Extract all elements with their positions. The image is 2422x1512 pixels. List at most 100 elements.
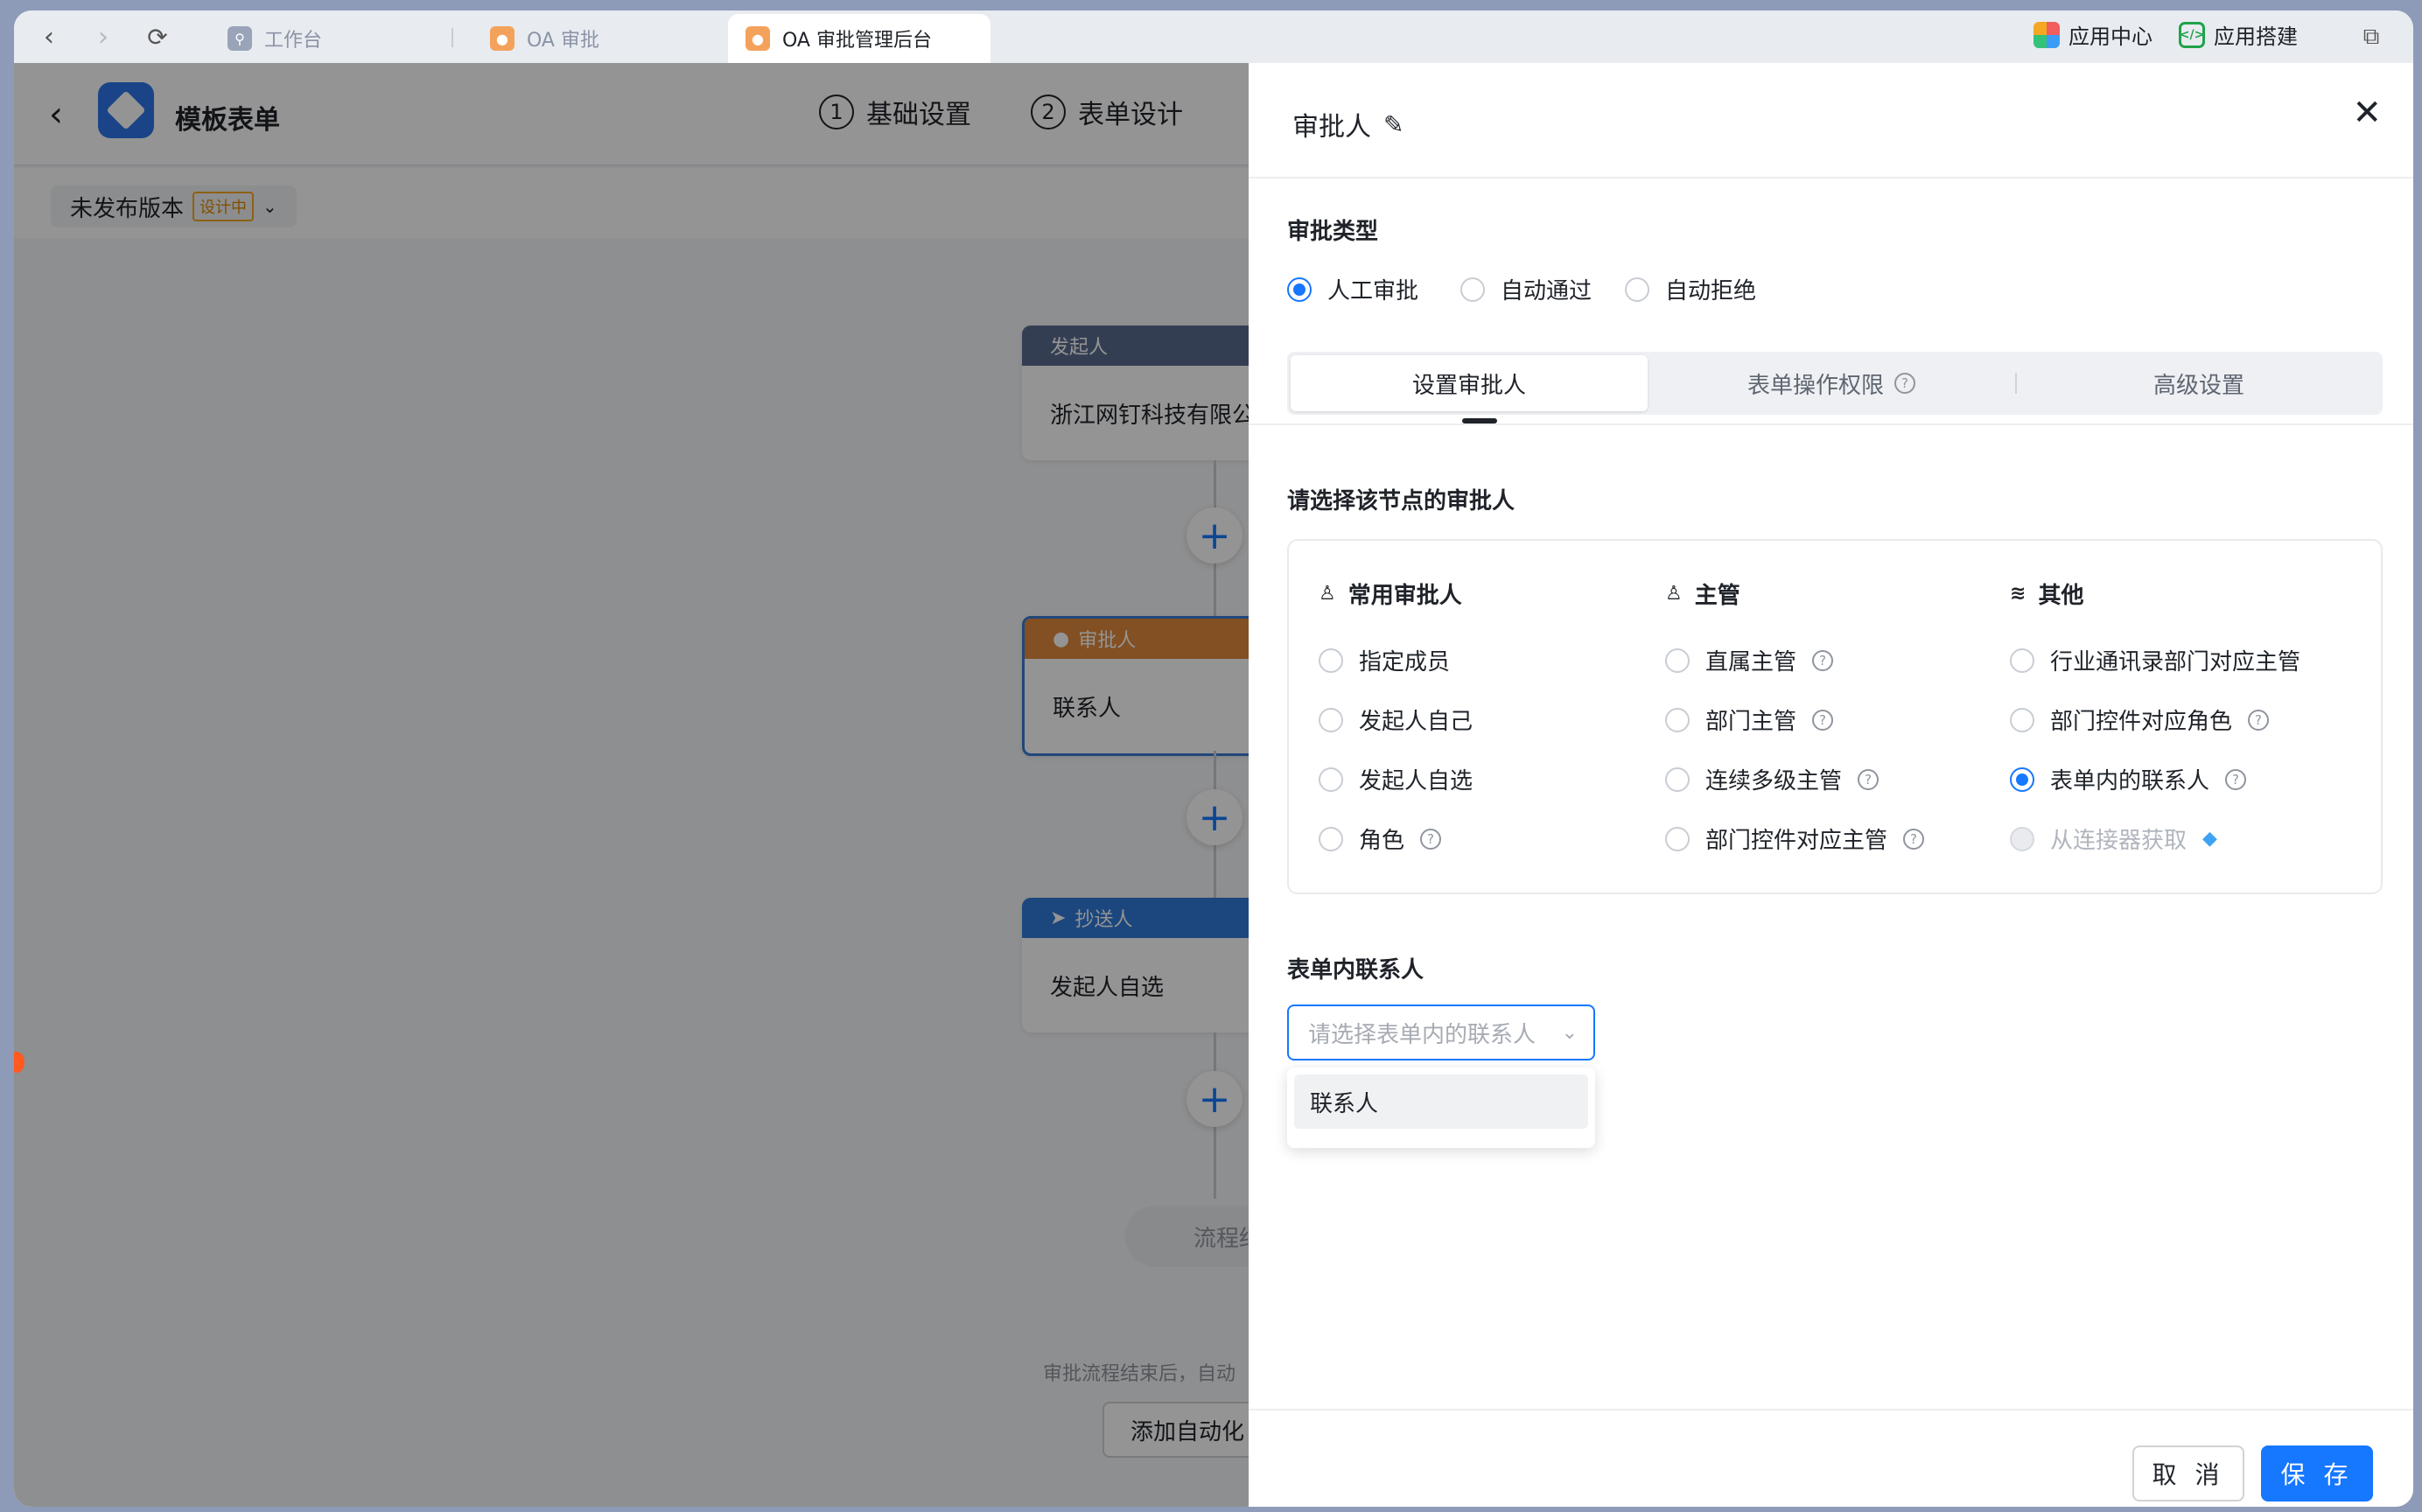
radio-manual-approval[interactable]: 人工审批 (1287, 273, 1418, 305)
option-dept-control-role[interactable]: 部门控件对应角色 ? (2010, 704, 2270, 736)
browser-tab-bar: ‹ › ⟳ ⚲ 工作台 ● OA 审批 ● OA 审批管理后台 应用中心 </>… (14, 10, 2413, 63)
help-icon[interactable]: ? (1420, 828, 1442, 850)
option-label: 连续多级主管 (1705, 768, 1843, 794)
option-initiator-self[interactable]: 发起人自己 (1319, 704, 1473, 736)
user-icon: ♙ (1319, 583, 1336, 605)
radio-indicator (1319, 648, 1343, 673)
select-dropdown: 联系人 (1287, 1068, 1595, 1148)
user-icon: ♙ (1665, 583, 1683, 605)
option-label: 从连接器获取 (2050, 828, 2188, 854)
app-center-label: 应用中心 (2068, 24, 2152, 49)
user-icon: ● (490, 26, 514, 51)
option-label: 行业通讯录部门对应主管 (2050, 649, 2301, 676)
radio-indicator (2010, 826, 2034, 851)
select-placeholder: 请选择表单内的联系人 (1308, 1021, 1536, 1048)
group-common-approvers: ♙ 常用审批人 (1319, 578, 1462, 610)
radio-label: 人工审批 (1327, 278, 1419, 304)
open-external-icon[interactable]: ⧉ (2356, 21, 2387, 52)
code-icon: </> (2179, 21, 2205, 48)
group-supervisor: ♙ 主管 (1665, 578, 1740, 610)
option-industry-dept-supervisor[interactable]: 行业通讯录部门对应主管 (2010, 644, 2300, 676)
drawer-footer: 取 消 保 存 (1249, 1409, 2413, 1507)
approver-settings-drawer: 审批人 ✎ ✕ 审批类型 人工审批 自动通过 自动拒绝 设置审批人 表单操作权限… (1249, 63, 2413, 1507)
form-contact-label: 表单内联系人 (1287, 957, 1424, 984)
tab-set-approver[interactable]: 设置审批人 (1291, 355, 1648, 411)
radio-indicator (2010, 766, 2034, 792)
radio-indicator (1319, 826, 1343, 851)
app-window: ‹ › ⟳ ⚲ 工作台 ● OA 审批 ● OA 审批管理后台 应用中心 </>… (14, 10, 2413, 1507)
radio-indicator (1287, 276, 1312, 302)
drawer-title: 审批人 ✎ (1292, 105, 1404, 144)
option-dept-supervisor[interactable]: 部门主管 ? (1665, 704, 1834, 736)
tab-oa-approval[interactable]: ● OA 审批 (472, 14, 617, 63)
chevron-down-icon: ⌄ (1561, 1021, 1578, 1044)
option-direct-supervisor[interactable]: 直属主管 ? (1665, 644, 1834, 676)
approval-type-label: 审批类型 (1287, 219, 1379, 245)
help-icon[interactable]: ? (1812, 709, 1834, 731)
group-title: 常用审批人 (1348, 583, 1462, 609)
radio-label: 自动通过 (1501, 278, 1592, 304)
option-label: 发起人自己 (1359, 709, 1474, 735)
option-designated-member[interactable]: 指定成员 (1319, 644, 1450, 676)
radio-indicator (2010, 707, 2034, 732)
group-title: 主管 (1694, 583, 1740, 609)
help-icon[interactable]: ? (1812, 649, 1834, 671)
org-chart-icon: ⚲ (228, 26, 252, 51)
option-dept-control-supervisor[interactable]: 部门控件对应主管 ? (1665, 822, 1925, 855)
option-role[interactable]: 角色 ? (1319, 822, 1442, 855)
option-label: 部门控件对应角色 (2050, 709, 2233, 735)
drawer-header: 审批人 ✎ ✕ (1249, 63, 2413, 178)
help-icon[interactable]: ? (2248, 709, 2270, 731)
edit-icon[interactable]: ✎ (1383, 110, 1404, 139)
grid-icon (2034, 21, 2060, 48)
forward-arrow-icon[interactable]: › (88, 21, 119, 52)
option-multilevel-supervisor[interactable]: 连续多级主管 ? (1665, 763, 1880, 795)
radio-label: 自动拒绝 (1665, 278, 1757, 304)
radio-auto-pass[interactable]: 自动通过 (1460, 273, 1592, 305)
radio-indicator (1665, 826, 1690, 851)
help-icon[interactable]: ? (2225, 768, 2247, 790)
option-label: 指定成员 (1359, 649, 1451, 676)
save-button[interactable]: 保 存 (2261, 1446, 2373, 1502)
radio-indicator (1665, 648, 1690, 673)
tab-label: OA 审批 (527, 30, 599, 52)
tab-label: OA 审批管理后台 (782, 30, 932, 52)
app-center-button[interactable]: 应用中心 (2034, 19, 2152, 50)
dropdown-option[interactable]: 联系人 (1294, 1074, 1588, 1129)
tab-workbench[interactable]: ⚲ 工作台 (210, 14, 340, 63)
user-icon: ● (746, 26, 770, 51)
radio-indicator (1319, 766, 1343, 792)
radio-indicator (1460, 276, 1485, 302)
tab-oa-admin[interactable]: ● OA 审批管理后台 (728, 14, 990, 63)
app-build-button[interactable]: </> 应用搭建 (2179, 19, 2298, 50)
radio-indicator (1319, 707, 1343, 732)
help-icon[interactable]: ? (1903, 828, 1925, 850)
help-icon[interactable]: ? (1894, 373, 1915, 394)
layers-icon: ≋ (2010, 583, 2026, 605)
radio-auto-reject[interactable]: 自动拒绝 (1625, 273, 1756, 305)
app-build-label: 应用搭建 (2214, 24, 2298, 49)
back-arrow-icon[interactable]: ‹ (33, 21, 65, 52)
help-icon[interactable]: ? (1858, 768, 1880, 790)
option-label: 部门控件对应主管 (1705, 828, 1888, 854)
divider (1249, 424, 2413, 425)
tab-divider (2015, 373, 2017, 394)
approver-options-box: ♙ 常用审批人 指定成员 发起人自己 发起人自选 角色 ? ♙ 主管 直属主管 … (1287, 539, 2383, 894)
option-initiator-choose[interactable]: 发起人自选 (1319, 763, 1473, 795)
radio-indicator (1625, 276, 1649, 302)
close-icon[interactable]: ✕ (2352, 93, 2382, 133)
tab-advanced-settings[interactable]: 高级设置 (2019, 355, 2379, 411)
radio-indicator (2010, 648, 2034, 673)
form-contact-select[interactable]: 请选择表单内的联系人 ⌄ (1287, 1004, 1595, 1060)
tab-form-permissions[interactable]: 表单操作权限 ? (1649, 355, 2013, 411)
tab-divider (452, 28, 453, 47)
option-label: 角色 (1359, 828, 1405, 854)
diamond-icon: ◆ (2202, 828, 2217, 850)
cancel-button[interactable]: 取 消 (2132, 1446, 2244, 1502)
choose-approver-label: 请选择该节点的审批人 (1287, 488, 1516, 514)
refresh-icon[interactable]: ⟳ (142, 21, 173, 52)
option-label: 部门主管 (1705, 709, 1797, 735)
tab-label: 设置审批人 (1411, 372, 1526, 399)
option-label: 直属主管 (1705, 649, 1797, 676)
option-form-contact[interactable]: 表单内的联系人 ? (2010, 763, 2247, 795)
